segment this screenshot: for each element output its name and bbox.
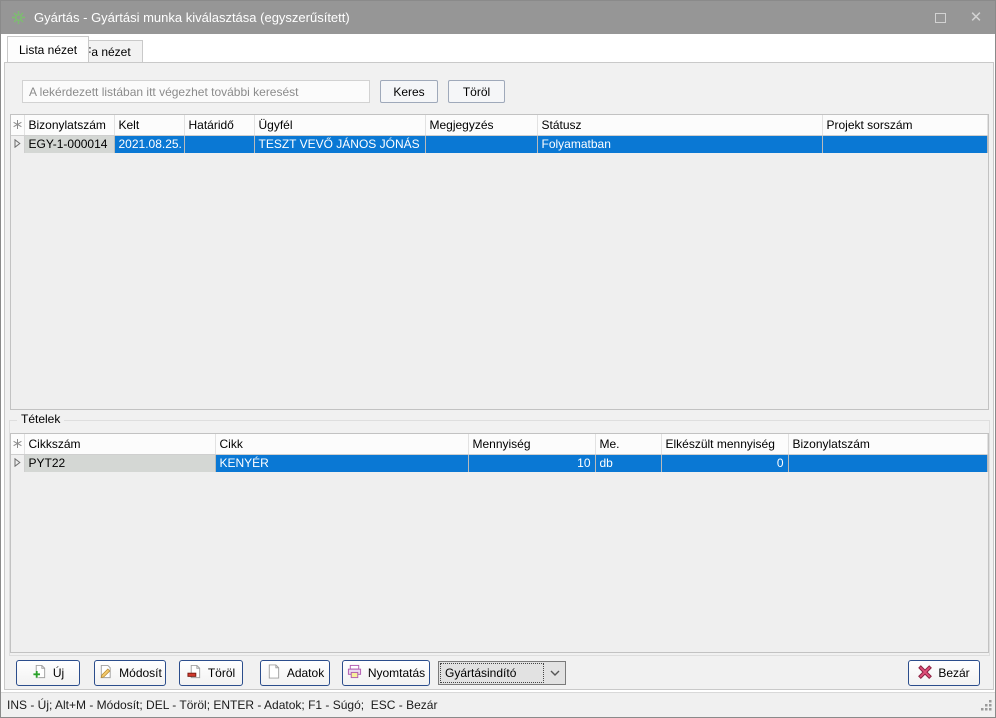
- maximize-button[interactable]: [929, 7, 951, 29]
- close-button-label: Bezár: [938, 666, 969, 680]
- col-me[interactable]: Me.: [595, 434, 661, 454]
- cell-item-bizonylatszam[interactable]: [788, 454, 988, 472]
- col-ugyfel[interactable]: Ügyfél: [254, 115, 425, 135]
- cell-elkeszult-mennyiseg[interactable]: 0: [661, 454, 788, 472]
- maximize-icon: [935, 13, 946, 23]
- window-title: Gyártás - Gyártási munka kiválasztása (e…: [34, 10, 350, 25]
- cell-cikkszam[interactable]: PYT22: [24, 454, 215, 472]
- document-minus-icon: [187, 664, 202, 682]
- orders-row-selected[interactable]: EGY-1-000014 2021.08.25. TESZT VEVŐ JÁNO…: [11, 135, 988, 153]
- app-window: Gyártás - Gyártási munka kiválasztása (e…: [0, 0, 996, 718]
- delete-button[interactable]: Töröl: [179, 660, 243, 686]
- tab-lista-nezet-label: Lista nézet: [19, 43, 77, 57]
- cell-megjegyzes[interactable]: [425, 135, 537, 153]
- col-projekt-sorszam[interactable]: Projekt sorszám: [822, 115, 988, 135]
- col-elkeszult-mennyiseg[interactable]: Elkészült mennyiség: [661, 434, 788, 454]
- row-indicator-icon: [11, 454, 24, 472]
- new-button-label: Új: [53, 666, 64, 680]
- new-button[interactable]: Új: [16, 660, 80, 686]
- header-indicator-icon: [11, 434, 24, 454]
- items-group-title: Tételek: [17, 412, 64, 426]
- col-megjegyzes[interactable]: Megjegyzés: [425, 115, 537, 135]
- col-kelt[interactable]: Kelt: [114, 115, 184, 135]
- print-button-label: Nyomtatás: [368, 666, 425, 680]
- col-cikk[interactable]: Cikk: [215, 434, 468, 454]
- resize-grip[interactable]: [980, 699, 993, 715]
- row-indicator-icon: [11, 135, 24, 153]
- orders-grid: Bizonylatszám Kelt Határidő Ügyfél Megje…: [10, 114, 989, 410]
- cell-me[interactable]: db: [595, 454, 661, 472]
- cell-bizonylatszam[interactable]: EGY-1-000014: [24, 135, 114, 153]
- delete-button-label: Töröl: [208, 666, 235, 680]
- close-window-button[interactable]: ✕: [965, 7, 987, 29]
- document-plus-icon: [32, 664, 47, 682]
- search-button[interactable]: Keres: [380, 80, 438, 103]
- close-window-icon: ✕: [970, 10, 983, 25]
- col-mennyiseg[interactable]: Mennyiség: [468, 434, 595, 454]
- items-grid: Cikkszám Cikk Mennyiség Me. Elkészült me…: [10, 433, 989, 653]
- cell-hatarido[interactable]: [184, 135, 254, 153]
- tab-lista-nezet[interactable]: Lista nézet: [7, 36, 89, 62]
- search-input[interactable]: [22, 80, 370, 103]
- col-statusz[interactable]: Státusz: [537, 115, 822, 135]
- modify-button-label: Módosít: [119, 666, 162, 680]
- cell-kelt[interactable]: 2021.08.25.: [114, 135, 184, 153]
- app-icon: [11, 10, 26, 25]
- clear-search-button[interactable]: Töröl: [448, 80, 505, 103]
- orders-header-row: Bizonylatszám Kelt Határidő Ügyfél Megje…: [11, 115, 988, 135]
- details-button-label: Adatok: [287, 666, 324, 680]
- document-pencil-icon: [98, 664, 113, 682]
- col-bizonylatszam[interactable]: Bizonylatszám: [24, 115, 114, 135]
- title-bar: Gyártás - Gyártási munka kiválasztása (e…: [1, 1, 995, 34]
- header-indicator-icon: [11, 115, 24, 135]
- print-button[interactable]: Nyomtatás: [342, 660, 430, 686]
- tab-fa-nezet-label: Fa nézet: [84, 45, 131, 59]
- print-template-value: Gyártásindító: [441, 664, 543, 682]
- action-button-row: Új Módosít: [5, 660, 993, 686]
- col-item-bizonylatszam[interactable]: Bizonylatszám: [788, 434, 988, 454]
- tab-strip: Lista nézet Fa nézet: [1, 34, 995, 62]
- document-icon: [266, 664, 281, 682]
- col-hatarido[interactable]: Határidő: [184, 115, 254, 135]
- shortcut-hints: INS - Új; Alt+M - Módosít; DEL - Töröl; …: [7, 698, 437, 712]
- cell-cikk[interactable]: KENYÉR: [215, 454, 468, 472]
- close-button[interactable]: Bezár: [908, 660, 980, 686]
- printer-icon: [347, 664, 362, 682]
- cell-statusz[interactable]: Folyamatban: [537, 135, 822, 153]
- red-x-icon: [918, 665, 932, 682]
- modify-button[interactable]: Módosít: [94, 660, 166, 686]
- cell-mennyiseg[interactable]: 10: [468, 454, 595, 472]
- details-button[interactable]: Adatok: [260, 660, 330, 686]
- status-bar: INS - Új; Alt+M - Módosít; DEL - Töröl; …: [1, 692, 995, 717]
- print-template-select[interactable]: Gyártásindító: [438, 661, 566, 685]
- col-cikkszam[interactable]: Cikkszám: [24, 434, 215, 454]
- items-header-row: Cikkszám Cikk Mennyiség Me. Elkészült me…: [11, 434, 988, 454]
- cell-projekt-sorszam[interactable]: [822, 135, 988, 153]
- chevron-down-icon: [545, 662, 565, 684]
- list-view-page: Keres Töröl Bizonylatszám Kelt Határidő …: [4, 62, 994, 690]
- items-row-selected[interactable]: PYT22 KENYÉR 10 db 0: [11, 454, 988, 472]
- cell-ugyfel[interactable]: TESZT VEVŐ JÁNOS JÓNÁS: [254, 135, 425, 153]
